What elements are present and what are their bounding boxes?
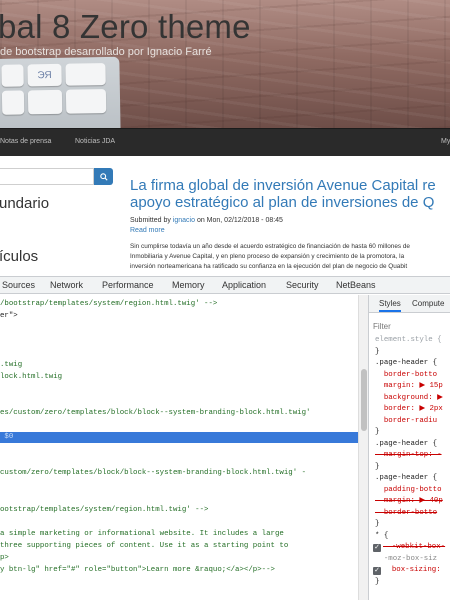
dom-tree-line[interactable] [0, 444, 358, 455]
css-selector[interactable]: .page-header { [375, 439, 450, 450]
author-link[interactable]: ignacio [173, 217, 195, 224]
devtools-panel: Sources Network Performance Memory Appli… [0, 276, 450, 600]
css-declaration[interactable]: border-botto [375, 508, 450, 519]
search-button[interactable] [94, 168, 113, 185]
dom-tree-line[interactable]: custom/zero/templates/block/block--syste… [0, 468, 358, 479]
css-declaration[interactable]: border: ▶ 2px [375, 404, 450, 415]
nav-item-notas-de-prensa[interactable]: Notas de prensa [0, 138, 51, 145]
selected-dom-node[interactable]: $0 [0, 432, 358, 444]
css-declaration[interactable]: margin: ▶ 40p [375, 496, 450, 507]
dom-tree-line[interactable]: er"> [0, 311, 358, 322]
tab-security[interactable]: Security [286, 280, 319, 290]
search-icon [99, 172, 108, 181]
css-declaration[interactable]: -moz-box-siz [375, 554, 450, 565]
dom-tree-line[interactable] [0, 335, 358, 346]
read-more-link[interactable]: Read more [130, 227, 165, 234]
nav-item-my-account[interactable]: My [441, 138, 450, 145]
dom-tree-line[interactable]: lock.html.twig [0, 372, 358, 383]
dom-tree-line[interactable]: /bootstrap/templates/system/region.html.… [0, 299, 358, 310]
tab-network[interactable]: Network [50, 280, 83, 290]
article-title[interactable]: La firma global de inversión Avenue Capi… [130, 177, 450, 211]
css-declaration[interactable]: border-radiu [375, 416, 450, 427]
dom-tree-line[interactable] [0, 456, 358, 467]
tab-styles[interactable]: Styles [379, 299, 401, 312]
dom-tree-line[interactable]: y btn-lg" href="#" role="button">Learn m… [0, 565, 358, 576]
keyboard-key [1, 90, 25, 115]
site-header: ЭЯ bal 8 Zero theme de bootstrap desarro… [0, 0, 450, 128]
scrollbar-thumb[interactable] [361, 369, 367, 431]
devtools-tab-bar: Sources Network Performance Memory Appli… [0, 277, 450, 294]
keyboard-key [65, 63, 106, 86]
css-declaration[interactable]: } [375, 519, 450, 530]
dom-tree-line[interactable] [0, 323, 358, 334]
styles-filter-input[interactable]: Filter [373, 322, 391, 331]
dom-tree-line[interactable] [0, 396, 358, 407]
css-declaration[interactable]: } [375, 577, 450, 588]
search-input[interactable] [0, 168, 94, 185]
css-declaration[interactable]: } [375, 347, 450, 358]
css-selector[interactable]: .page-header { [375, 473, 450, 484]
keyboard-key [1, 64, 24, 87]
elements-scrollbar[interactable] [358, 295, 368, 600]
property-checkbox[interactable]: ✓ [373, 543, 381, 552]
dom-tree-line[interactable]: .twig [0, 360, 358, 371]
article-body-line: Inmobiliaria y Avenue Capital, y en plen… [130, 253, 405, 260]
sidebar-heading-articulos: ículos [0, 248, 39, 265]
styles-tab-bar: Styles Compute [369, 295, 450, 313]
keyboard-key [65, 89, 107, 114]
dom-tree-line[interactable] [0, 420, 358, 431]
site-slogan: de bootstrap desarrollado por Ignacio Fa… [0, 46, 212, 58]
article-body: Sin cumplirse todavía un año desde el ac… [130, 242, 450, 272]
tab-memory[interactable]: Memory [172, 280, 205, 290]
tab-computed[interactable]: Compute [412, 299, 444, 308]
css-declaration[interactable]: padding-botto [375, 485, 450, 496]
main-navbar: Notas de prensa Noticias JDA My [0, 128, 450, 156]
tab-performance[interactable]: Performance [102, 280, 154, 290]
css-declaration[interactable]: box-sizing: [383, 565, 450, 576]
keyboard-key [27, 89, 63, 115]
css-declaration[interactable]: } [375, 427, 450, 438]
dom-tree-line[interactable] [0, 493, 358, 504]
keyboard-image: ЭЯ [0, 56, 121, 128]
css-declaration[interactable]: margin-top: - [375, 450, 450, 461]
dom-tree-line[interactable] [0, 517, 358, 528]
css-declaration[interactable]: -webkit-box- [383, 542, 450, 553]
dom-tree-line[interactable]: ootstrap/templates/system/region.html.tw… [0, 505, 358, 516]
property-checkbox[interactable]: ✓ [373, 566, 381, 575]
dom-tree-line[interactable]: a simple marketing or informational webs… [0, 529, 358, 540]
dom-tree-line[interactable]: p> [0, 553, 358, 564]
submitted-prefix: Submitted by [130, 217, 173, 224]
styles-pane: Styles Compute Filter element.style {} .p… [368, 295, 450, 600]
site-title[interactable]: bal 8 Zero theme [0, 8, 251, 46]
css-declaration[interactable]: margin: ▶ 15p [375, 381, 450, 392]
article-title-line[interactable]: La firma global de inversión Avenue Capi… [130, 177, 450, 194]
dom-tree-line[interactable]: three supporting pieces of content. Use … [0, 541, 358, 552]
tab-application[interactable]: Application [222, 280, 266, 290]
elements-tree[interactable]: /bootstrap/templates/system/region.html.… [0, 295, 358, 600]
dom-tree-line[interactable] [0, 481, 358, 492]
sidebar-heading-calendario: undario [0, 195, 50, 212]
article-title-line[interactable]: apoyo estratégico al plan de inversiones… [130, 194, 450, 211]
css-selector[interactable]: * { [375, 531, 450, 542]
keyboard-key: ЭЯ [27, 63, 62, 87]
article-submitted: Submitted by ignacio on Mon, 02/12/2018 … [130, 217, 283, 224]
css-selector[interactable]: .page-header { [375, 358, 450, 369]
article-body-line: Sin cumplirse todavía un año desde el ac… [130, 243, 410, 250]
css-declaration[interactable]: border-botto [375, 370, 450, 381]
css-declaration[interactable]: } [375, 462, 450, 473]
dom-tree-line[interactable] [0, 347, 358, 358]
dom-tree-line[interactable] [0, 384, 358, 395]
submitted-date: on Mon, 02/12/2018 - 08:45 [195, 217, 283, 224]
css-declaration[interactable]: background: ▶ [375, 393, 450, 404]
article-body-line: inversión norteamericana ha ratificado s… [130, 263, 408, 270]
tab-sources[interactable]: Sources [2, 280, 35, 290]
tab-netbeans[interactable]: NetBeans [336, 280, 376, 290]
css-selector[interactable]: element.style { [375, 335, 450, 346]
nav-item-noticias-jda[interactable]: Noticias JDA [75, 138, 115, 145]
dom-tree-line[interactable]: es/custom/zero/templates/block/block--sy… [0, 408, 358, 419]
